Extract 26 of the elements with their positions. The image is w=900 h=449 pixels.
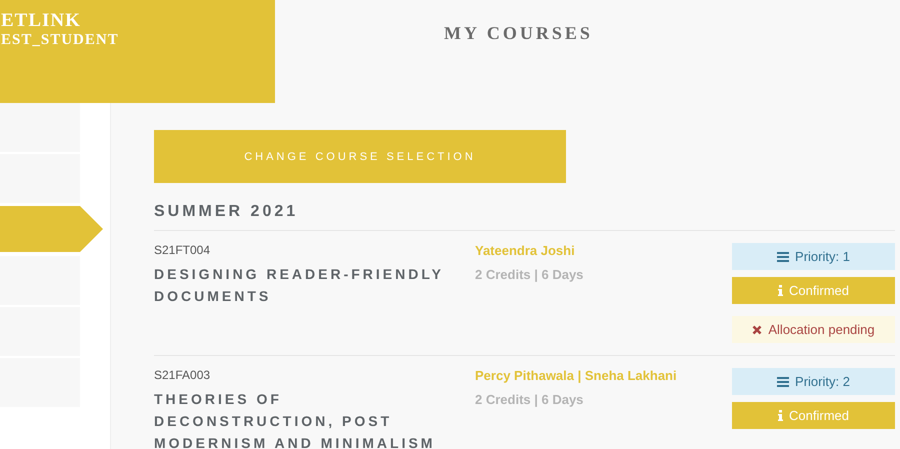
sidebar-item[interactable] [0, 154, 80, 205]
user-name: EST_STUDENT [0, 32, 120, 49]
status-text: Confirmed [789, 408, 849, 423]
term-heading: SUMMER 2021 [154, 203, 895, 231]
page-title: MY COURSES [444, 23, 593, 44]
status-text: Allocation pending [768, 322, 875, 337]
course-title: DESIGNING READER-FRIENDLY DOCUMENTS [154, 265, 445, 306]
instructor-name: Yateendra Joshi [475, 243, 576, 258]
course-code: S21FA003 [154, 368, 212, 382]
menu-icon [777, 252, 790, 262]
status-text: Confirmed [789, 283, 849, 298]
change-selection-button[interactable]: CHANGE COURSE SELECTION [154, 130, 566, 183]
course-meta: 2 Credits | 6 Days [475, 267, 584, 282]
course-code: S21FT004 [154, 243, 212, 257]
instructor-name: Percy Pithawala | Sneha Lakhani [475, 368, 678, 383]
sidebar-item[interactable] [0, 103, 80, 154]
sidebar-item[interactable] [0, 206, 103, 252]
info-icon [778, 285, 784, 296]
menu-icon [777, 376, 790, 386]
info-icon [778, 410, 784, 421]
status-text: Priority: 1 [795, 249, 850, 264]
cross-icon [752, 324, 762, 334]
status-text: Priority: 2 [795, 374, 850, 389]
course-meta: 2 Credits | 6 Days [475, 392, 584, 407]
course-title: THEORIES OF DECONSTRUCTION, POST MODERNISM AND MINIMALISM [154, 390, 436, 449]
brand-name: ETLINK [0, 10, 82, 32]
